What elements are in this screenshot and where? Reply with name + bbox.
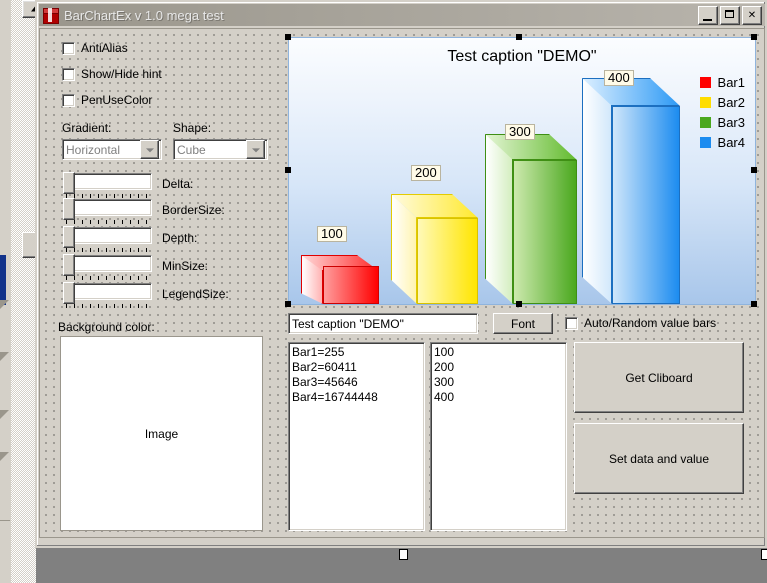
shape-label: Shape: <box>173 121 212 135</box>
app-icon <box>42 7 59 24</box>
trackbar-thumb[interactable] <box>63 226 75 248</box>
background-color-label: Background color: <box>58 320 155 334</box>
get-clipboard-button[interactable]: Get Cliboard <box>574 342 744 413</box>
set-data-button[interactable]: Set data and value <box>574 423 744 494</box>
trackbar-depth-label: Depth: <box>162 231 198 245</box>
trackbar-delta-label: Delta: <box>162 177 194 191</box>
resize-handle[interactable] <box>285 34 291 40</box>
trackbar-depth[interactable] <box>62 226 152 257</box>
gradient-combobox-value: Horizontal <box>66 142 121 157</box>
bar-1-value-label: 100 <box>317 226 347 242</box>
legend-swatch-icon <box>699 77 711 88</box>
ide-arrow-icon <box>0 452 9 461</box>
resize-handle[interactable] <box>285 301 291 307</box>
checkbox-box-icon[interactable] <box>62 67 75 81</box>
resize-handle[interactable] <box>516 34 522 40</box>
form-resize-handle[interactable] <box>761 549 767 560</box>
caption-input[interactable]: Test caption "DEMO" <box>288 313 478 334</box>
chart-legend: Bar1 Bar2 Bar3 Bar4 <box>699 75 745 155</box>
window-buttons: ✕ <box>698 6 762 25</box>
bar-4-value-label: 400 <box>604 70 634 86</box>
ide-divider <box>0 520 10 521</box>
trackbar-bordersize-label: BorderSize: <box>162 203 225 217</box>
legend-label: Bar3 <box>717 115 745 130</box>
trackbar-thumb[interactable] <box>63 282 75 304</box>
gradient-combobox[interactable]: Horizontal <box>62 139 162 160</box>
bar-1 <box>301 255 379 304</box>
checkbox-box-icon[interactable] <box>62 93 75 107</box>
checkbox-label: PenUseColor <box>81 93 153 107</box>
chart-title: Test caption "DEMO" <box>447 48 597 65</box>
trackbar-legendsize-label: LegendSize: <box>162 287 229 301</box>
trackbar-thumb[interactable] <box>63 198 75 220</box>
form-window: BarChartEx v 1.0 mega test ✕ AntiAlias S… <box>35 0 767 548</box>
trackbar-thumb[interactable] <box>63 254 75 276</box>
checkbox-box-icon[interactable] <box>565 316 578 330</box>
ide-arrow-icon <box>0 352 9 361</box>
legend-item: Bar3 <box>699 115 745 130</box>
maximize-button[interactable] <box>720 6 740 25</box>
gradient-label: Gradient: <box>62 121 112 135</box>
legend-swatch-icon <box>699 137 711 148</box>
bar-3 <box>485 134 577 304</box>
checkbox-box-icon[interactable] <box>62 41 75 55</box>
checkbox-pen-use-color[interactable]: PenUseColor <box>62 93 152 107</box>
trackbar-bordersize[interactable] <box>62 198 152 229</box>
image-panel[interactable]: Image <box>60 336 263 531</box>
shape-combobox-value: Cube <box>177 142 206 157</box>
bar-2 <box>391 194 478 304</box>
data-memo[interactable]: Bar1=255 Bar2=60411 Bar3=45646 Bar4=1674… <box>288 342 425 531</box>
bar-2-value-label: 200 <box>411 165 441 181</box>
title-bar[interactable]: BarChartEx v 1.0 mega test ✕ <box>39 4 765 26</box>
resize-handle[interactable] <box>751 301 757 307</box>
checkbox-label: AntiAlias <box>81 41 128 55</box>
form-client-area: AntiAlias Show/Hide hint PenUseColor Gra… <box>39 28 765 538</box>
trackbar-minsize-label: MinSize: <box>162 259 209 273</box>
checkbox-label: Auto/Random value bars <box>584 316 717 330</box>
resize-handle[interactable] <box>751 34 757 40</box>
resize-handle[interactable] <box>516 301 522 307</box>
close-button[interactable]: ✕ <box>742 6 762 25</box>
close-icon: ✕ <box>747 9 757 21</box>
legend-label: Bar1 <box>717 75 745 90</box>
shape-combobox[interactable]: Cube <box>173 139 268 160</box>
checkbox-antialias[interactable]: AntiAlias <box>62 41 128 55</box>
font-button[interactable]: Font <box>493 313 553 334</box>
bar-4 <box>582 78 680 304</box>
minimize-button[interactable] <box>698 6 718 25</box>
ide-arrow-icon <box>0 300 9 309</box>
legend-item: Bar1 <box>699 75 745 90</box>
bar-3-value-label: 300 <box>505 124 535 140</box>
trackbar-thumb[interactable] <box>63 172 75 194</box>
checkbox-label: Show/Hide hint <box>81 67 162 81</box>
resize-handle[interactable] <box>751 167 757 173</box>
checkbox-auto-random[interactable]: Auto/Random value bars <box>565 316 716 330</box>
vertical-scrollbar[interactable] <box>10 0 47 583</box>
legend-item: Bar4 <box>699 135 745 150</box>
checkbox-show-hide-hint[interactable]: Show/Hide hint <box>62 67 162 81</box>
legend-label: Bar4 <box>717 135 745 150</box>
chevron-down-icon[interactable] <box>246 140 265 159</box>
value-memo[interactable]: 100 200 300 400 <box>430 342 567 531</box>
legend-swatch-icon <box>699 97 711 108</box>
trackbar-legendsize[interactable] <box>62 282 152 313</box>
form-resize-handle[interactable] <box>399 549 408 560</box>
legend-label: Bar2 <box>717 95 745 110</box>
image-panel-label: Image <box>144 426 179 441</box>
resize-handle[interactable] <box>285 167 291 173</box>
legend-swatch-icon <box>699 117 711 128</box>
ide-arrow-icon <box>0 410 9 419</box>
bar-chart[interactable]: Test caption "DEMO" Bar1 Bar2 Bar3 Bar4 <box>288 37 756 305</box>
ide-arrow-markers <box>0 0 10 583</box>
ide-gutter <box>0 0 47 583</box>
window-title: BarChartEx v 1.0 mega test <box>64 7 224 23</box>
legend-item: Bar2 <box>699 95 745 110</box>
chevron-down-icon[interactable] <box>140 140 159 159</box>
trackbar-minsize[interactable] <box>62 254 152 285</box>
